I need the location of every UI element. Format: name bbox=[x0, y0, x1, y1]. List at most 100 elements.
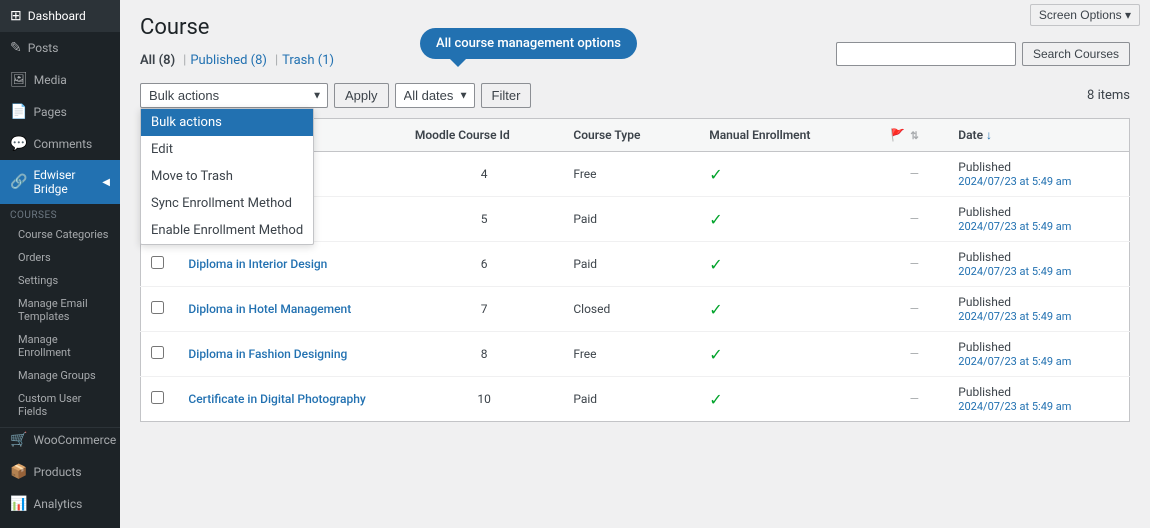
row-checkbox[interactable] bbox=[151, 301, 164, 314]
sidebar-item-custom-user-fields[interactable]: Custom User Fields bbox=[0, 387, 120, 423]
row-date-cell: Published 2024/07/23 at 5:49 am bbox=[948, 287, 1129, 332]
row-manual-enrollment-cell: ✓ bbox=[699, 287, 880, 332]
sidebar-item-dashboard[interactable]: ⊞ Dashboard bbox=[0, 0, 120, 32]
sidebar: ⊞ Dashboard ✎ Posts 🖼 Media 📄 Pages 💬 Co… bbox=[0, 0, 120, 528]
dropdown-item-enable-enrollment[interactable]: Enable Enrollment Method bbox=[141, 217, 313, 244]
dropdown-item-edit[interactable]: Edit bbox=[141, 136, 313, 163]
sidebar-item-pages[interactable]: 📄 Pages bbox=[0, 96, 120, 128]
row-course-type-cell: Closed bbox=[563, 287, 699, 332]
apply-button[interactable]: Apply bbox=[334, 83, 389, 108]
table-header-date[interactable]: Date ↓ bbox=[948, 119, 1129, 152]
dropdown-item-move-to-trash[interactable]: Move to Trash bbox=[141, 163, 313, 190]
orders-label: Orders bbox=[18, 251, 51, 264]
sidebar-item-edwiser-bridge[interactable]: 🔗 Edwiser Bridge ◀ bbox=[0, 160, 120, 204]
date-filter-wrapper: All dates ▼ bbox=[395, 83, 475, 108]
sidebar-item-posts[interactable]: ✎ Posts bbox=[0, 32, 120, 64]
table-row: Certificate in Digital Photography 10 Pa… bbox=[141, 377, 1130, 422]
tab-all[interactable]: All (8) bbox=[140, 48, 175, 73]
enrollment-checkmark-icon: ✓ bbox=[709, 165, 722, 184]
filter-button[interactable]: Filter bbox=[481, 83, 532, 108]
table-row: Diploma in Fashion Designing 8 Free ✓ — … bbox=[141, 332, 1130, 377]
sidebar-item-label: Posts bbox=[28, 41, 59, 55]
published-label: Published bbox=[958, 340, 1011, 354]
row-date-cell: Published 2024/07/23 at 5:49 am bbox=[948, 197, 1129, 242]
sidebar-item-comments[interactable]: 💬 Comments bbox=[0, 128, 120, 160]
row-moodle-id-cell: 10 bbox=[405, 377, 564, 422]
flag-icon: 🚩 bbox=[890, 128, 905, 142]
sidebar-item-media[interactable]: 🖼 Media bbox=[0, 64, 120, 96]
row-moodle-id-cell: 4 bbox=[405, 152, 564, 197]
table-header-manual-enrollment: Manual Enrollment bbox=[699, 119, 880, 152]
row-date-cell: Published 2024/07/23 at 5:49 am bbox=[948, 242, 1129, 287]
sidebar-item-marketing[interactable]: 📣 Marketing bbox=[0, 520, 120, 528]
manage-groups-label: Manage Groups bbox=[18, 369, 96, 382]
sidebar-item-manage-groups[interactable]: Manage Groups bbox=[0, 364, 120, 387]
published-label: Published bbox=[958, 205, 1011, 219]
row-manual-enrollment-cell: ✓ bbox=[699, 197, 880, 242]
row-date-cell: Published 2024/07/23 at 5:49 am bbox=[948, 152, 1129, 197]
row-manual-enrollment-cell: ✓ bbox=[699, 152, 880, 197]
row-manual-enrollment-cell: ✓ bbox=[699, 377, 880, 422]
search-courses-button[interactable]: Search Courses bbox=[1022, 42, 1130, 66]
sidebar-item-orders[interactable]: Orders bbox=[0, 246, 120, 269]
course-name-link[interactable]: Diploma in Fashion Designing bbox=[188, 347, 347, 361]
manage-enrollment-label: Manage Enrollment bbox=[18, 333, 110, 359]
sidebar-item-products[interactable]: 📦 Products bbox=[0, 456, 120, 488]
published-date: 2024/07/23 at 5:49 am bbox=[958, 175, 1071, 188]
main-content: Screen Options ▾ Course All (8) | Publis… bbox=[120, 0, 1150, 528]
settings-label: Settings bbox=[18, 274, 58, 287]
enrollment-checkmark-icon: ✓ bbox=[709, 300, 722, 319]
bulk-actions-dropdown-menu: Bulk actions Edit Move to Trash Sync Enr… bbox=[140, 108, 314, 245]
comments-icon: 💬 bbox=[10, 136, 27, 152]
sidebar-item-woocommerce[interactable]: 🛒 WooCommerce bbox=[0, 427, 120, 456]
tab-published[interactable]: Published (8) bbox=[190, 48, 267, 73]
row-checkbox-cell bbox=[141, 287, 179, 332]
published-date: 2024/07/23 at 5:49 am bbox=[958, 400, 1071, 413]
published-date: 2024/07/23 at 5:49 am bbox=[958, 310, 1071, 323]
dropdown-item-bulk-actions[interactable]: Bulk actions bbox=[141, 109, 313, 136]
course-name-link[interactable]: Diploma in Hotel Management bbox=[188, 302, 351, 316]
date-filter-select[interactable]: All dates bbox=[395, 83, 475, 108]
row-moodle-id-cell: 8 bbox=[405, 332, 564, 377]
search-input[interactable] bbox=[836, 42, 1016, 66]
row-title-cell: Certificate in Digital Photography bbox=[178, 377, 404, 422]
sidebar-item-settings[interactable]: Settings bbox=[0, 269, 120, 292]
sidebar-item-manage-enrollment[interactable]: Manage Enrollment bbox=[0, 328, 120, 364]
row-icon-cell: — bbox=[880, 197, 948, 242]
courses-section-label: Courses bbox=[0, 204, 120, 223]
row-manual-enrollment-cell: ✓ bbox=[699, 332, 880, 377]
course-categories-label: Course Categories bbox=[18, 228, 108, 241]
sidebar-item-label: Pages bbox=[33, 105, 66, 119]
row-date-cell: Published 2024/07/23 at 5:49 am bbox=[948, 332, 1129, 377]
dropdown-item-sync-enrollment[interactable]: Sync Enrollment Method bbox=[141, 190, 313, 217]
items-count: 8 items bbox=[1087, 88, 1130, 103]
row-checkbox[interactable] bbox=[151, 391, 164, 404]
filter-row: Bulk actions Edit Move to Trash Sync Enr… bbox=[140, 83, 1130, 108]
sidebar-item-analytics[interactable]: 📊 Analytics bbox=[0, 488, 120, 520]
woocommerce-label: WooCommerce bbox=[33, 433, 116, 447]
course-name-link[interactable]: Certificate in Digital Photography bbox=[188, 392, 365, 406]
row-flag-value: — bbox=[910, 392, 919, 406]
course-name-link[interactable]: Diploma in Interior Design bbox=[188, 257, 327, 271]
published-date: 2024/07/23 at 5:49 am bbox=[958, 265, 1071, 278]
published-label: Published bbox=[958, 160, 1011, 174]
sidebar-item-course-categories[interactable]: Course Categories bbox=[0, 223, 120, 246]
tab-trash[interactable]: Trash (1) bbox=[282, 48, 334, 73]
tooltip-bubble: All course management options bbox=[420, 28, 637, 59]
woocommerce-icon: 🛒 bbox=[10, 432, 27, 448]
custom-user-fields-label: Custom User Fields bbox=[18, 392, 110, 418]
row-checkbox[interactable] bbox=[151, 346, 164, 359]
row-checkbox-cell bbox=[141, 242, 179, 287]
published-label: Published bbox=[958, 385, 1011, 399]
sidebar-item-label: Comments bbox=[33, 137, 92, 151]
enrollment-checkmark-icon: ✓ bbox=[709, 255, 722, 274]
row-manual-enrollment-cell: ✓ bbox=[699, 242, 880, 287]
row-icon-cell: — bbox=[880, 287, 948, 332]
date-sort-icon: ↓ bbox=[986, 128, 992, 142]
screen-options-button[interactable]: Screen Options ▾ bbox=[1030, 4, 1140, 26]
row-course-type-cell: Free bbox=[563, 332, 699, 377]
row-checkbox[interactable] bbox=[151, 256, 164, 269]
sidebar-item-manage-email[interactable]: Manage Email Templates bbox=[0, 292, 120, 328]
row-course-type-cell: Free bbox=[563, 152, 699, 197]
bulk-actions-select[interactable]: Bulk actions Edit Move to Trash Sync Enr… bbox=[140, 83, 328, 108]
